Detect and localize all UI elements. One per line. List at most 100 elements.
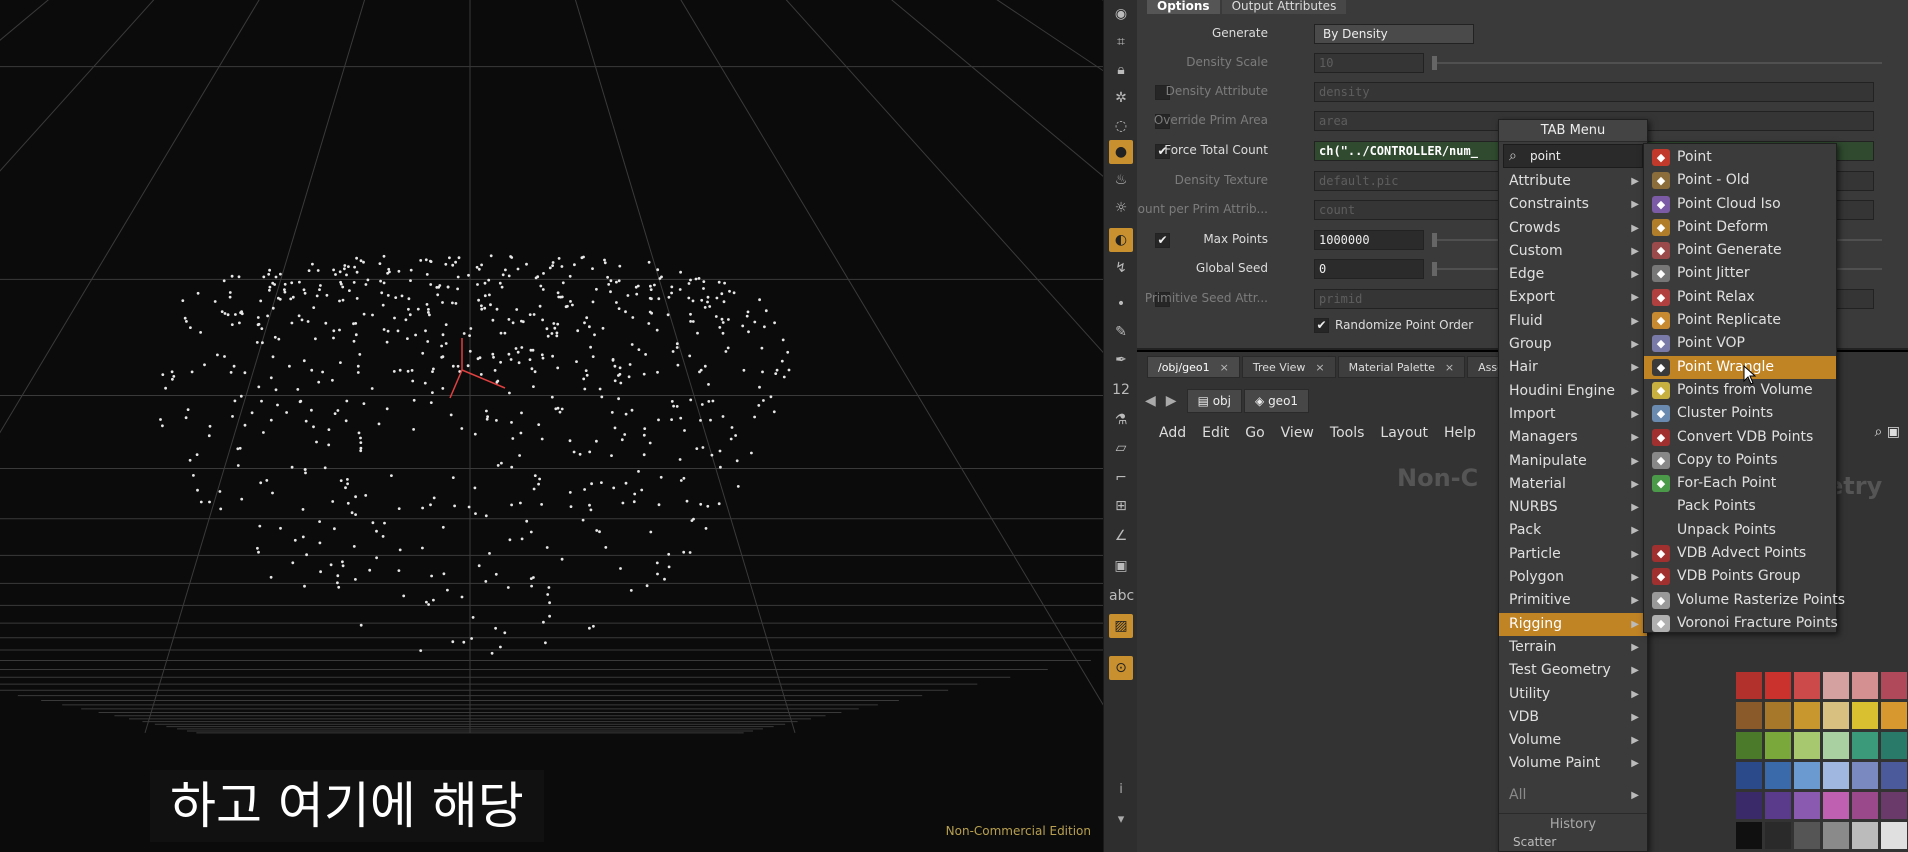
view-icon[interactable]: ◉ [1109, 2, 1133, 26]
tab-menu-category[interactable]: Material ▶ [1499, 473, 1647, 496]
color-swatch[interactable] [1794, 732, 1820, 759]
color-swatch[interactable] [1881, 792, 1907, 819]
angle-icon[interactable]: ∠ [1109, 524, 1133, 548]
camera-icon[interactable]: ⌗ [1109, 30, 1133, 54]
tab-menu-category[interactable]: VDB ▶ [1499, 706, 1647, 729]
node-menu-item[interactable]: ◆ Point Deform [1644, 216, 1836, 239]
ghost-icon[interactable]: ◌ [1109, 114, 1133, 138]
eraser-icon[interactable]: ▱ [1109, 436, 1133, 460]
node-menu-item[interactable]: ◆ Convert VDB Points [1644, 426, 1836, 449]
param-field[interactable]: density [1314, 82, 1874, 102]
tab-tree-view[interactable]: Tree View × [1241, 356, 1336, 378]
node-menu-item[interactable]: ◆ Point Jitter [1644, 262, 1836, 285]
node-menu-item[interactable]: ◆ Voronoi Fracture Points [1644, 612, 1838, 635]
tab-menu-category[interactable]: Polygon ▶ [1499, 566, 1647, 589]
viewport-3d[interactable]: 하고 여기에 해당 Non-Commercial Edition [0, 0, 1103, 852]
menu-layout[interactable]: Layout [1372, 422, 1436, 444]
bucket-icon[interactable]: ⚗ [1109, 408, 1133, 432]
pen-icon[interactable]: ✒ [1109, 348, 1133, 372]
tab-menu-category[interactable]: Utility ▶ [1499, 683, 1647, 706]
headlight-icon[interactable]: ☼ [1109, 196, 1133, 220]
color-swatch[interactable] [1765, 792, 1791, 819]
box-icon[interactable]: ▣ [1109, 554, 1133, 578]
node-menu-item[interactable]: ◆ Point - Old [1644, 169, 1836, 192]
node-menu-item[interactable]: ◆ Point Relax [1644, 286, 1836, 309]
expand-icon[interactable]: ▾ [1109, 808, 1133, 832]
color-swatch[interactable] [1736, 762, 1762, 789]
tab-menu-category[interactable]: Import ▶ [1499, 403, 1647, 426]
location-icon[interactable]: ⊙ [1109, 656, 1133, 680]
color-swatch[interactable] [1794, 762, 1820, 789]
color-swatch[interactable] [1852, 672, 1878, 699]
tab-menu-category[interactable]: Houdini Engine ▶ [1499, 380, 1647, 403]
tab-menu-category[interactable]: Rigging ▶ [1499, 612, 1647, 636]
snap-icon[interactable]: ✲ [1109, 86, 1133, 110]
slider-knob[interactable] [1432, 233, 1437, 247]
search-icon[interactable]: ⌕ [1874, 424, 1882, 440]
breadcrumb-geo1[interactable]: ◈ geo1 [1244, 389, 1310, 413]
node-menu-item[interactable]: Pack Points [1644, 495, 1836, 518]
tab-menu-category[interactable]: Particle ▶ [1499, 543, 1647, 566]
node-menu-item[interactable]: ◆ Point Wrangle [1644, 355, 1836, 379]
color-swatch[interactable] [1736, 702, 1762, 729]
tab-menu-category[interactable]: Manipulate ▶ [1499, 450, 1647, 473]
color-swatch[interactable] [1765, 672, 1791, 699]
color-swatch[interactable] [1823, 762, 1849, 789]
color-swatch[interactable] [1881, 672, 1907, 699]
color-swatch[interactable] [1765, 732, 1791, 759]
tab-menu-category[interactable]: Fluid ▶ [1499, 310, 1647, 333]
color-swatch[interactable] [1881, 822, 1907, 849]
forward-arrow-icon[interactable]: ▶ [1166, 393, 1177, 409]
tab-menu-category[interactable]: Crowds ▶ [1499, 217, 1647, 240]
color-swatch[interactable] [1765, 822, 1791, 849]
shading-icon[interactable]: ◐ [1109, 228, 1133, 252]
node-menu-item[interactable]: ◆ Cluster Points [1644, 402, 1836, 425]
corner-icon[interactable]: ⌐ [1109, 466, 1133, 490]
light-icon[interactable]: ♨ [1109, 168, 1133, 192]
color-swatch[interactable] [1823, 672, 1849, 699]
display-icon[interactable]: ● [1109, 140, 1133, 164]
node-menu-item[interactable]: ◆ VDB Advect Points [1644, 542, 1836, 565]
node-menu-item[interactable]: ◆ Copy to Points [1644, 449, 1836, 472]
brush-icon[interactable]: ✎ [1109, 320, 1133, 344]
color-swatch[interactable] [1736, 822, 1762, 849]
randomize-checkbox[interactable]: ✔ [1314, 318, 1329, 333]
tab-menu-category[interactable]: Attribute ▶ [1499, 170, 1647, 193]
color-swatch[interactable] [1852, 762, 1878, 789]
color-swatch[interactable] [1823, 792, 1849, 819]
node-menu-item[interactable]: ◆ Point Cloud Iso [1644, 193, 1836, 216]
tab-menu-category[interactable]: Pack ▶ [1499, 519, 1647, 542]
tab-menu-all[interactable]: All ▶ [1499, 784, 1647, 807]
param-toggle-checkbox[interactable]: ✔ [1155, 233, 1170, 248]
color-swatch[interactable] [1823, 732, 1849, 759]
color-swatch[interactable] [1852, 822, 1878, 849]
menu-help[interactable]: Help [1436, 422, 1484, 444]
color-swatch[interactable] [1794, 822, 1820, 849]
tab-menu-category[interactable]: Constraints ▶ [1499, 193, 1647, 216]
color-swatch[interactable] [1881, 732, 1907, 759]
tab-menu-category[interactable]: Hair ▶ [1499, 356, 1647, 379]
back-arrow-icon[interactable]: ◀ [1145, 393, 1156, 409]
info-icon[interactable]: i [1109, 778, 1133, 802]
color-swatch[interactable] [1736, 732, 1762, 759]
point-icon[interactable]: • [1109, 292, 1133, 316]
menu-tools[interactable]: Tools [1322, 422, 1373, 444]
color-swatch[interactable] [1852, 732, 1878, 759]
param-slider[interactable] [1432, 56, 1882, 70]
tab-menu-category[interactable]: Group ▶ [1499, 333, 1647, 356]
color-swatch[interactable] [1881, 702, 1907, 729]
color-swatch[interactable] [1852, 702, 1878, 729]
color-swatch[interactable] [1823, 702, 1849, 729]
color-swatch[interactable] [1881, 762, 1907, 789]
node-menu-item[interactable]: ◆ Point Generate [1644, 239, 1836, 262]
slider-knob[interactable] [1432, 56, 1437, 70]
history-item[interactable]: Scatter [1499, 835, 1647, 849]
tab-menu-category[interactable]: Managers ▶ [1499, 426, 1647, 449]
tab-menu-category[interactable]: Custom ▶ [1499, 240, 1647, 263]
tab-material-palette[interactable]: Material Palette × [1337, 356, 1466, 378]
tab-output-attributes[interactable]: Output Attributes [1221, 0, 1347, 14]
color-swatch[interactable] [1794, 792, 1820, 819]
param-field[interactable]: 10 [1314, 53, 1424, 73]
node-menu-item[interactable]: ◆ Point VOP [1644, 332, 1836, 355]
tab-menu-category[interactable]: Volume Paint ▶ [1499, 752, 1647, 775]
